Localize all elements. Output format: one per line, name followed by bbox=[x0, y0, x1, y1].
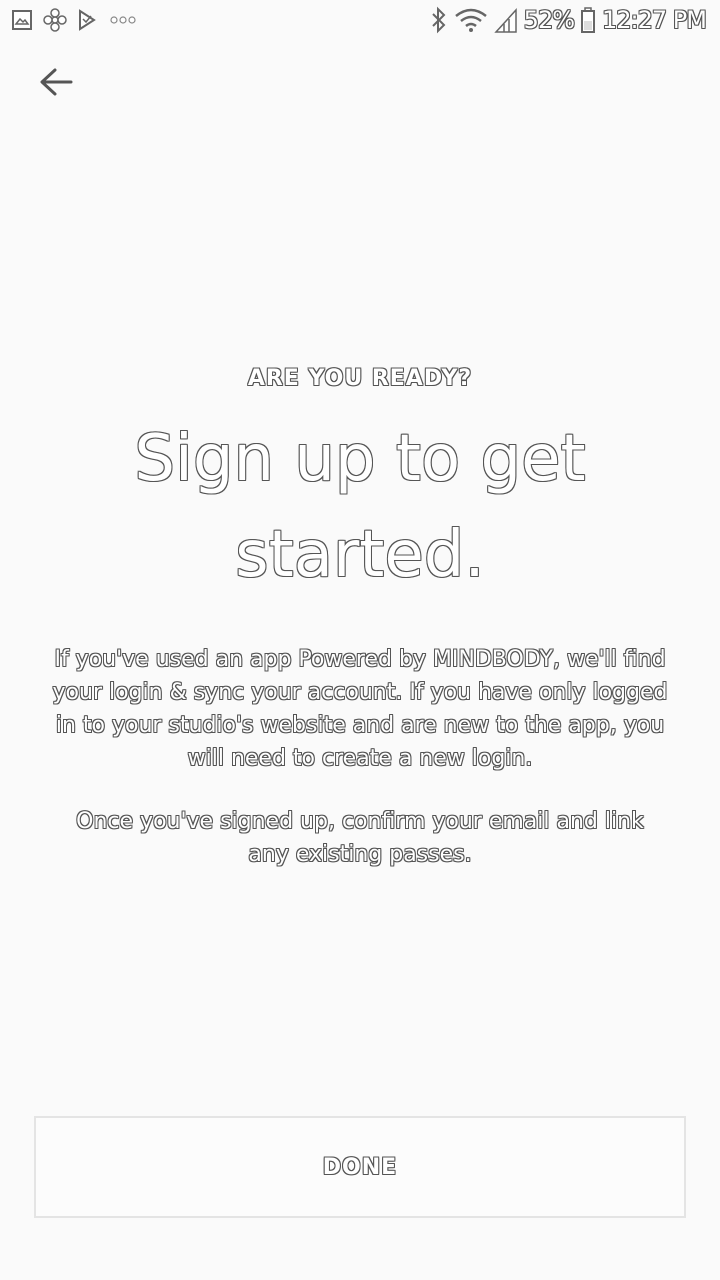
more-dots-icon bbox=[108, 8, 138, 32]
done-button-label: DONE bbox=[322, 1154, 398, 1180]
status-bar-left bbox=[10, 8, 138, 32]
battery-percent: 52% bbox=[523, 6, 575, 34]
intro-content: ARE YOU READY? Sign up to get started. I… bbox=[0, 366, 720, 871]
status-bar-right: 52% 12:27 PM bbox=[430, 6, 707, 34]
eyebrow-label: ARE YOU READY? bbox=[247, 366, 473, 391]
done-button[interactable]: DONE bbox=[34, 1116, 686, 1218]
page-title: Sign up to get started. bbox=[134, 422, 586, 592]
status-time: 12:27 PM bbox=[602, 6, 707, 34]
bluetooth-icon bbox=[430, 6, 448, 34]
arrow-left-icon bbox=[38, 67, 74, 101]
signal-icon bbox=[493, 6, 518, 34]
signup-intro-screen: 52% 12:27 PM ARE YOU READY? Sign up to g… bbox=[0, 0, 720, 1280]
image-icon bbox=[10, 8, 34, 32]
intro-paragraph: If you've used an app Powered by MINDBOD… bbox=[52, 647, 668, 771]
wifi-icon bbox=[454, 6, 488, 34]
status-bar: 52% 12:27 PM bbox=[0, 0, 720, 40]
battery-icon bbox=[580, 6, 596, 34]
check-flag-icon bbox=[76, 8, 100, 32]
confirm-paragraph: Once you've signed up, confirm your emai… bbox=[76, 809, 644, 867]
pinwheel-icon bbox=[42, 8, 68, 32]
back-button[interactable] bbox=[34, 64, 78, 104]
